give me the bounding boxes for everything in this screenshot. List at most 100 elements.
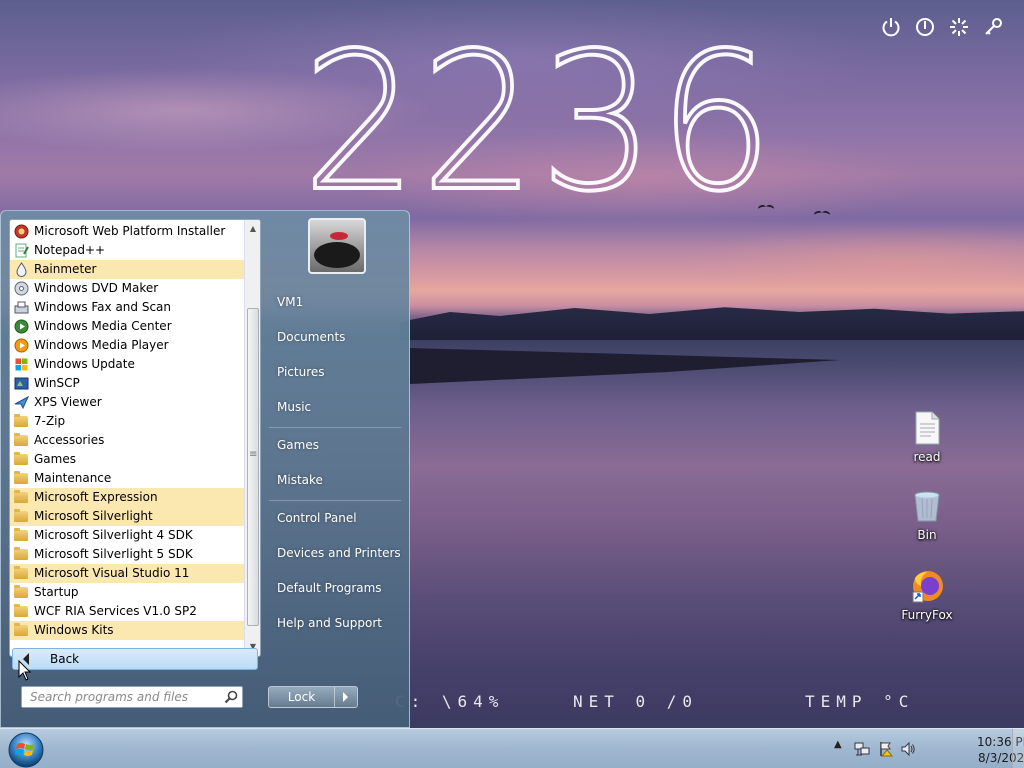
media-player-icon	[14, 338, 29, 353]
windows-update-icon	[14, 357, 29, 372]
text-file-icon	[909, 410, 945, 446]
net-readout: NET 0 /0	[573, 692, 699, 711]
program-item[interactable]: Microsoft Silverlight 5 SDK	[10, 545, 244, 564]
program-item-label: Games	[34, 452, 76, 466]
folder-icon	[14, 566, 28, 579]
shutdown-options-arrow-icon[interactable]	[335, 687, 357, 707]
program-item[interactable]: Windows Media Player	[10, 336, 244, 355]
program-item-label: Microsoft Visual Studio 11	[34, 566, 190, 580]
dvd-maker-icon	[14, 281, 29, 296]
windows-start-orb-icon[interactable]	[5, 731, 47, 768]
power-icon[interactable]	[880, 16, 902, 38]
firefox-icon	[909, 568, 945, 604]
mouse-cursor-icon	[18, 660, 32, 681]
program-item[interactable]: Microsoft Web Platform Installer	[10, 222, 244, 241]
right-link-pictures[interactable]: Pictures	[277, 362, 325, 382]
program-item[interactable]: 7-Zip	[10, 412, 244, 431]
programs-scrollbar[interactable]: ▲ ▼	[244, 220, 260, 656]
program-item-label: Maintenance	[34, 471, 112, 485]
program-item-label: Microsoft Web Platform Installer	[34, 224, 226, 238]
program-item[interactable]: Microsoft Visual Studio 11	[10, 564, 244, 583]
start-menu: Microsoft Web Platform Installer Notepad+…	[0, 210, 410, 728]
program-item[interactable]: Windows Fax and Scan	[10, 298, 244, 317]
program-item[interactable]: Rainmeter	[10, 260, 244, 279]
program-item[interactable]: WinSCP	[10, 374, 244, 393]
desktop-icon-furryfox[interactable]: FurryFox	[892, 568, 962, 622]
lock-split-button: Lock	[268, 686, 358, 708]
program-item[interactable]: Accessories	[10, 431, 244, 450]
program-item-label: Microsoft Silverlight 5 SDK	[34, 547, 193, 561]
bird-silhouette	[814, 211, 830, 217]
program-item-label: WCF RIA Services V1.0 SP2	[34, 604, 197, 618]
program-item-label: Rainmeter	[34, 262, 97, 276]
desktop-icon-label: read	[913, 450, 941, 464]
volume-icon[interactable]	[900, 741, 916, 757]
programs-list: Microsoft Web Platform Installer Notepad+…	[10, 222, 244, 640]
program-item-label: Windows Media Player	[34, 338, 169, 352]
program-item[interactable]: Games	[10, 450, 244, 469]
program-item[interactable]: Microsoft Silverlight	[10, 507, 244, 526]
program-item[interactable]: Windows Media Center	[10, 317, 244, 336]
program-item[interactable]: Maintenance	[10, 469, 244, 488]
fax-icon	[14, 300, 29, 315]
desktop-icon-read[interactable]: read	[892, 410, 962, 464]
folder-icon	[14, 623, 28, 636]
right-link-mistake[interactable]: Mistake	[277, 470, 323, 490]
folder-icon	[14, 433, 28, 446]
folder-icon	[14, 452, 28, 465]
show-desktop-button[interactable]	[1012, 729, 1024, 768]
program-item-label: Microsoft Expression	[34, 490, 158, 504]
folder-icon	[14, 528, 28, 541]
folder-icon	[14, 471, 28, 484]
right-link-vm1[interactable]: VM1	[277, 292, 303, 312]
program-item[interactable]: Notepad++	[10, 241, 244, 260]
program-item[interactable]: WCF RIA Services V1.0 SP2	[10, 602, 244, 621]
rainmeter-stats: C: \64% NET 0 /0 TEMP °C	[395, 692, 995, 712]
desktop-icon-bin[interactable]: Bin	[892, 488, 962, 542]
program-item[interactable]: Microsoft Silverlight 4 SDK	[10, 526, 244, 545]
action-center-flag-icon[interactable]	[878, 741, 894, 757]
program-item-label: Microsoft Silverlight 4 SDK	[34, 528, 193, 542]
program-item-label: Windows DVD Maker	[34, 281, 159, 295]
program-item[interactable]: Windows DVD Maker	[10, 279, 244, 298]
search-input[interactable]: Search programs and files	[21, 686, 243, 708]
search-icon[interactable]	[224, 690, 238, 704]
right-link-control-panel[interactable]: Control Panel	[277, 508, 357, 528]
program-item-label: XPS Viewer	[34, 395, 102, 409]
scroll-thumb[interactable]	[247, 308, 259, 626]
back-button[interactable]: Back	[12, 648, 258, 670]
program-item[interactable]: Windows Kits	[10, 621, 244, 640]
desktop-icon-label: FurryFox	[901, 608, 953, 622]
user-avatar[interactable]	[308, 218, 366, 274]
key-icon[interactable]	[982, 16, 1004, 38]
program-item[interactable]: Windows Update	[10, 355, 244, 374]
right-link-default-programs[interactable]: Default Programs	[277, 578, 382, 598]
program-item-label: Notepad++	[34, 243, 106, 257]
program-item[interactable]: Startup	[10, 583, 244, 602]
folder-icon	[14, 414, 28, 427]
scroll-up-icon[interactable]: ▲	[247, 222, 259, 236]
lock-button[interactable]: Lock	[269, 687, 335, 707]
right-link-devices-printers[interactable]: Devices and Printers	[277, 543, 401, 563]
cpu-readout: C: \64%	[395, 692, 505, 711]
rainmeter-icon	[14, 262, 29, 277]
settings-burst-icon[interactable]	[948, 16, 970, 38]
back-button-label: Back	[50, 652, 80, 666]
folder-icon	[14, 547, 28, 560]
right-link-documents[interactable]: Documents	[277, 327, 345, 347]
program-item[interactable]: Microsoft Expression	[10, 488, 244, 507]
right-link-music[interactable]: Music	[277, 397, 311, 417]
program-item-label: Startup	[34, 585, 79, 599]
xps-viewer-icon	[14, 395, 30, 410]
right-link-games[interactable]: Games	[277, 435, 319, 455]
program-item-label: 7-Zip	[34, 414, 66, 428]
show-hidden-icons-icon[interactable]: ▲	[834, 739, 850, 755]
taskbar: ▲ 10:36 PM 8/3/2022	[0, 728, 1024, 768]
notepad-icon	[14, 243, 29, 258]
temp-readout: TEMP °C	[805, 692, 915, 711]
right-link-help-support[interactable]: Help and Support	[277, 613, 382, 633]
network-icon[interactable]	[854, 741, 870, 757]
program-item[interactable]: XPS Viewer	[10, 393, 244, 412]
restart-icon[interactable]	[914, 16, 936, 38]
programs-pane: Microsoft Web Platform Installer Notepad+…	[9, 219, 261, 657]
